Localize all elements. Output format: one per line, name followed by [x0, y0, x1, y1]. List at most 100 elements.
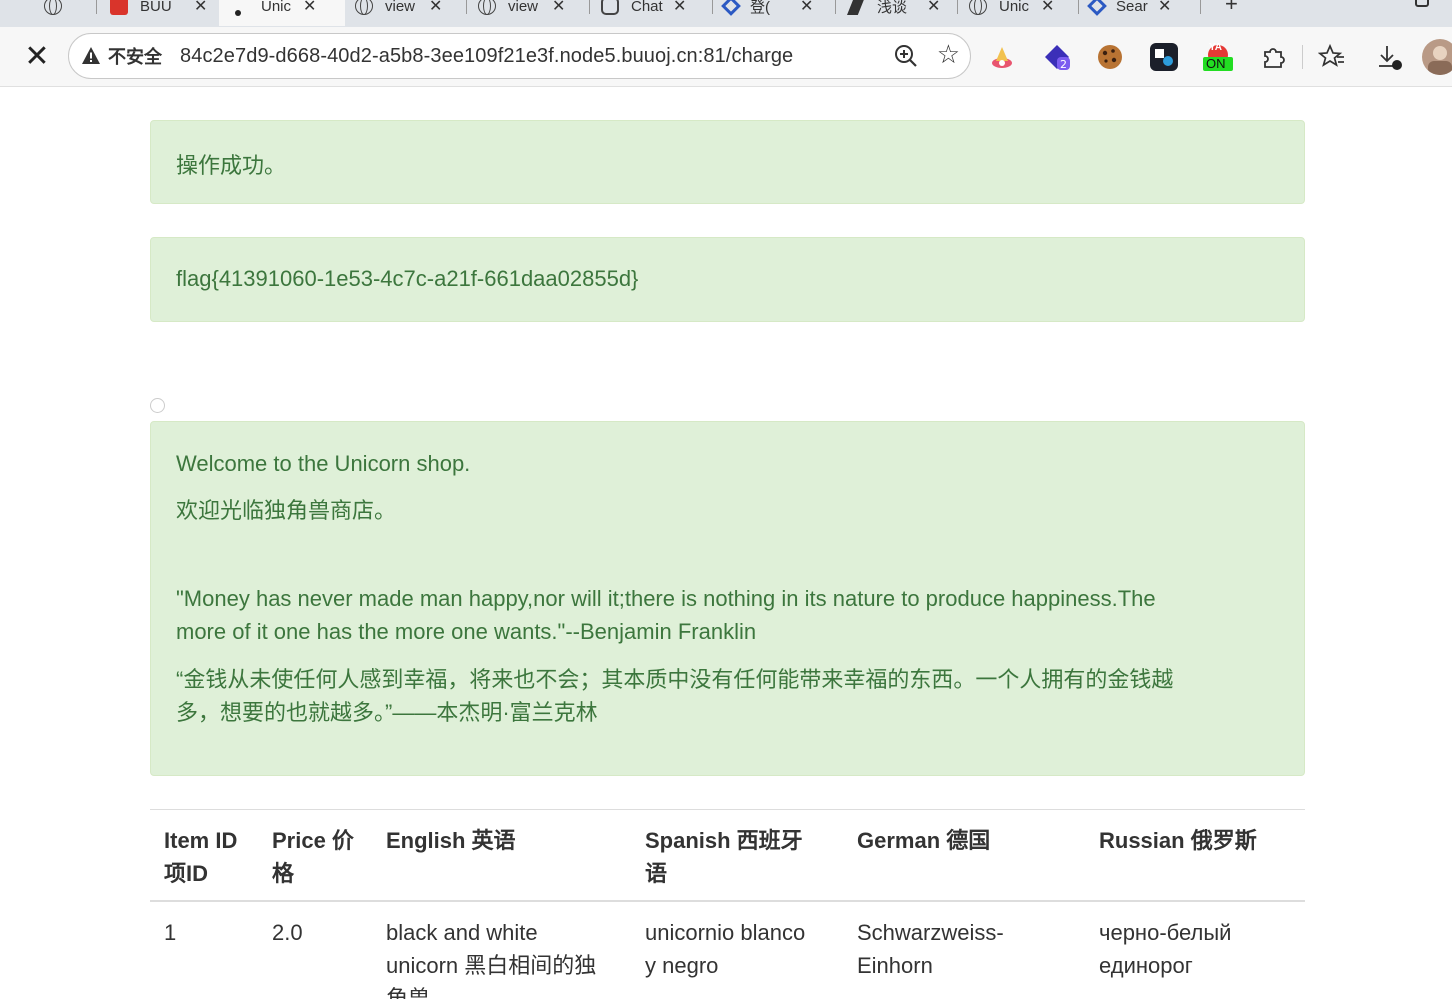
tab-search[interactable]: Sear ✕ [1080, 0, 1181, 26]
tab-unicorn-active[interactable]: Unic ✕ [219, 0, 345, 26]
flag-alert: flag{41391060-1e53-4c7c-a21f-661daa02855… [150, 237, 1305, 322]
success-message: 操作成功。 [176, 153, 287, 178]
success-alert: 操作成功。 [150, 120, 1305, 204]
quote-zh-line-2: 多，想要的也就越多。”——本杰明·富兰克林 [176, 700, 598, 725]
on-badge-extension-icon[interactable]: YA ON [1203, 42, 1233, 71]
header-line: 格 [272, 861, 295, 886]
close-icon[interactable]: ✕ [552, 0, 565, 16]
tab-label: Sear [1116, 0, 1148, 15]
welcome-zh: 欢迎光临独角兽商店。 [176, 498, 397, 523]
cell-line: единорог [1099, 953, 1193, 978]
welcome-alert: Welcome to the Unicorn shop. 欢迎光临独角兽商店。 … [150, 421, 1305, 776]
translate-icon [721, 0, 741, 16]
header-line: German 德国 [857, 828, 991, 853]
tab-label: 浅谈 [877, 0, 908, 16]
cell-spanish: unicornio blanco y negro [631, 900, 843, 999]
quote-zh-line-1: “金钱从未使任何人感到幸福，将来也不会；其本质中没有任何能带来幸福的东西。一个人… [176, 667, 1174, 692]
cookie-extension-icon[interactable] [1096, 43, 1124, 71]
ext-badge-label: ON [1206, 56, 1226, 71]
tab-separator [589, 0, 590, 14]
header-line: Spanish 西班牙 [645, 828, 803, 853]
globe-icon [44, 0, 62, 15]
tampermonkey-extension-icon[interactable]: 2 [1043, 43, 1071, 71]
security-status-label[interactable]: 不安全 [108, 43, 162, 69]
close-icon[interactable]: ✕ [429, 0, 442, 16]
avatar[interactable] [1422, 39, 1452, 75]
close-icon[interactable]: ✕ [1041, 0, 1054, 16]
unicorn-items-table: Item ID 项ID Price 价格 English 英语 Spanish 西… [150, 809, 1305, 999]
favorites-icon[interactable] [1317, 43, 1346, 71]
tab-search-dropdown[interactable] [1405, 0, 1439, 20]
close-icon[interactable]: ✕ [673, 0, 686, 16]
globe-icon [355, 0, 373, 15]
close-icon[interactable]: ✕ [1158, 0, 1171, 16]
download-icon[interactable] [1375, 43, 1403, 71]
header-line: 语 [645, 861, 668, 886]
toolbar-separator [1302, 45, 1303, 69]
column-header-english: English 英语 [372, 809, 631, 902]
new-tab-button[interactable]: + [1215, 0, 1248, 24]
header-line: 项ID [164, 861, 209, 886]
hat-extension-icon[interactable] [988, 43, 1016, 71]
zoom-in-icon[interactable] [894, 44, 918, 68]
globe-icon [969, 0, 987, 15]
tab-separator [1200, 0, 1201, 14]
plus-icon: + [1225, 0, 1238, 16]
column-header-russian: Russian 俄罗斯 [1085, 809, 1305, 902]
cell-line: черно-белый [1099, 920, 1232, 945]
buu-logo-icon [110, 0, 128, 15]
browser-tab-strip: BUU ✕ Unic ✕ view ✕ view ✕ Chat ✕ 登( ✕ 浅… [0, 0, 1452, 27]
tab-label: Unic [999, 0, 1030, 15]
loading-spinner-icon [150, 398, 165, 413]
tab-label: 登( [750, 0, 770, 16]
column-header-german: German 德国 [843, 809, 1085, 902]
tab-blank[interactable] [0, 0, 84, 26]
search-site-icon [1087, 0, 1107, 16]
cell-line: Einhorn [857, 953, 933, 978]
header-line: English 英语 [386, 828, 516, 853]
translate-extension-icon[interactable] [1150, 43, 1178, 71]
cell-line: 角兽 [386, 986, 431, 999]
close-icon[interactable]: ✕ [303, 0, 316, 16]
warning-icon [81, 46, 101, 66]
cell-line: Schwarzweiss- [857, 920, 1004, 945]
bookmark-star-icon[interactable]: ☆ [937, 41, 960, 69]
flag-text: flag{41391060-1e53-4c7c-a21f-661daa02855… [176, 266, 639, 291]
tab-separator [96, 0, 97, 14]
tab-buu[interactable]: BUU ✕ [100, 0, 217, 26]
tab-view-2[interactable]: view ✕ [468, 0, 575, 26]
cell-item-id: 1 [150, 900, 258, 999]
cell-line: unicorn 黑白相间的独 [386, 953, 597, 978]
close-icon[interactable]: ✕ [800, 0, 813, 16]
address-bar[interactable]: 不安全 84c2e7d9-d668-40d2-a5b8-3ee109f21e3f… [68, 33, 971, 79]
window-icon [1415, 0, 1429, 7]
welcome-en: Welcome to the Unicorn shop. [176, 451, 471, 476]
tab-separator [712, 0, 713, 14]
tab-chat[interactable]: Chat ✕ [591, 0, 696, 26]
url-text[interactable]: 84c2e7d9-d668-40d2-a5b8-3ee109f21e3f.nod… [180, 45, 793, 68]
tab-separator [466, 0, 467, 14]
quote-en-line-1: "Money has never made man happy,nor will… [176, 586, 1156, 611]
tab-article[interactable]: 浅谈 ✕ [837, 0, 950, 26]
puzzle-extensions-icon[interactable] [1259, 43, 1287, 71]
tab-view-1[interactable]: view ✕ [345, 0, 452, 26]
svg-text:2: 2 [1060, 58, 1067, 71]
stop-loading-button[interactable]: ✕ [20, 41, 54, 75]
header-line: Item ID [164, 828, 238, 853]
close-icon: ✕ [24, 39, 50, 74]
header-line: Price 价 [272, 828, 354, 853]
tab-unicorn-2[interactable]: Unic ✕ [959, 0, 1064, 26]
tab-label: view [508, 0, 539, 15]
cell-german: Schwarzweiss- Einhorn [843, 900, 1085, 999]
header-line: Russian 俄罗斯 [1099, 828, 1257, 853]
tab-translate[interactable]: 登( ✕ [714, 0, 823, 26]
chatgpt-icon [601, 0, 619, 15]
quote-en-line-2: more of it one has the more one wants."-… [176, 619, 757, 644]
tab-label: BUU [140, 0, 172, 15]
tab-label: view [385, 0, 416, 15]
tab-label: Chat [631, 0, 663, 15]
close-icon[interactable]: ✕ [194, 0, 207, 16]
column-header-item-id: Item ID 项ID [150, 809, 258, 902]
column-header-price: Price 价格 [258, 809, 372, 902]
close-icon[interactable]: ✕ [927, 0, 940, 16]
